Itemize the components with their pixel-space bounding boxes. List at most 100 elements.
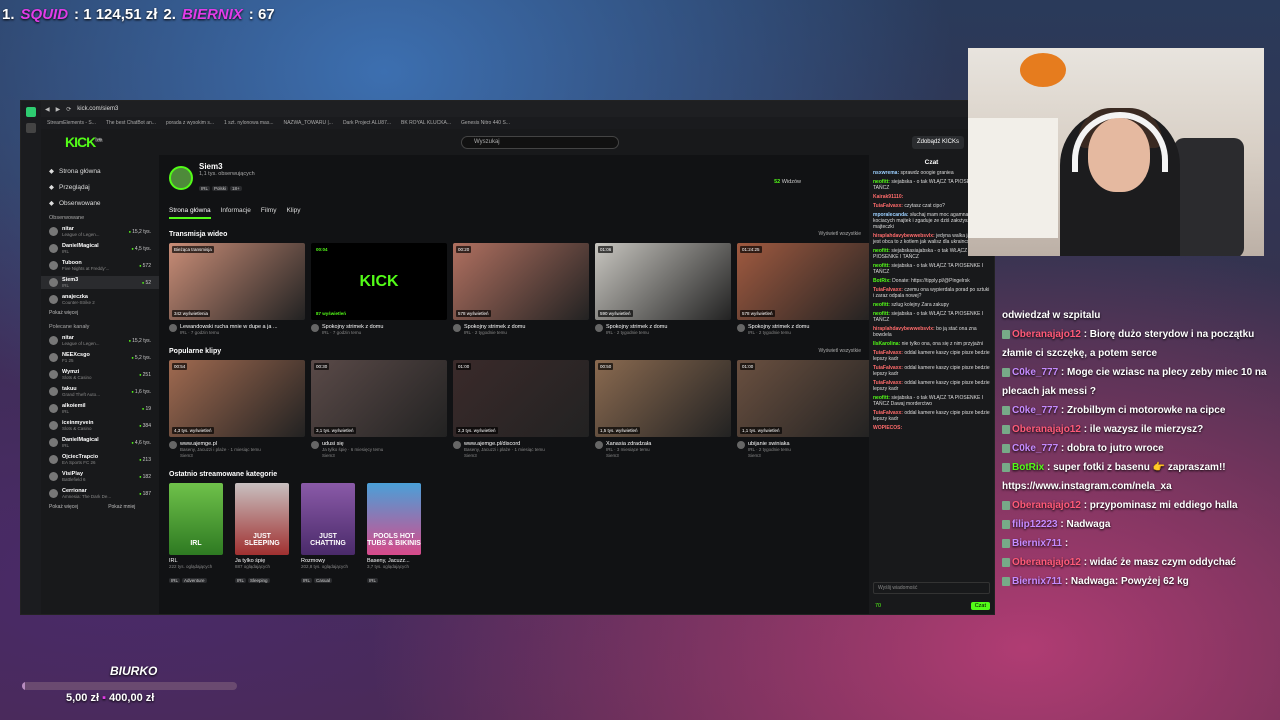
chat-text: szlug kolejny Zara zakupy xyxy=(891,302,949,308)
browser-home-icon[interactable] xyxy=(26,107,36,117)
video-thumbnail[interactable]: 00:54 4,3 tys. wyświetleń xyxy=(169,360,305,437)
avatar[interactable] xyxy=(169,166,193,190)
video-meta: Spokojny strimek z domu IRL · 7 godzin te… xyxy=(311,324,447,336)
video-thumbnail[interactable]: 01:00 2,3 tys. wyświetleń xyxy=(453,360,589,437)
category-image[interactable]: JUST CHATTING xyxy=(301,483,355,555)
bookmark-item[interactable]: StreamElements - S... xyxy=(47,120,96,126)
clip-card[interactable]: 01:00 1,1 tys. wyświetleń ubijanie swiniak… xyxy=(737,360,871,459)
chat-username[interactable]: nsxwrema: xyxy=(873,170,901,176)
sidebar-channel[interactable]: nitarLeague of Legen... 15,2 tys. xyxy=(49,225,159,238)
video-card[interactable]: 00:20 578 wyświetleń Spokojny strimek z do… xyxy=(453,243,589,336)
category-card[interactable]: JUST CHATTING Rozmowy 202,8 tys. oglądając… xyxy=(301,483,355,587)
tab-2[interactable]: Informacje xyxy=(221,207,251,219)
chat-username[interactable]: Kairak91110: xyxy=(873,194,903,200)
video-thumbnail[interactable]: 01:24:25 578 wyświetleń xyxy=(737,243,871,320)
url-text[interactable]: kick.com/siem3 xyxy=(77,106,118,112)
category-image[interactable]: POOLS HOT TUBS & BIKINIS xyxy=(367,483,421,555)
show-all-link[interactable]: Wyświetl wszystkie xyxy=(819,348,861,355)
video-subtitle: IRL · 7 godzin temu xyxy=(322,330,362,335)
video-card[interactable]: 01:06 590 wyświetleń Spokojny strimek z do… xyxy=(595,243,731,336)
video-thumbnail[interactable]: 00:20 578 wyświetleń xyxy=(453,243,589,320)
video-thumbnail[interactable]: 00:50 1,5 tys. wyświetleń xyxy=(595,360,731,437)
chat-username[interactable]: IlsKarolina: xyxy=(873,341,902,347)
tab-1[interactable]: Strona główna xyxy=(169,207,211,219)
clip-card[interactable]: 01:00 2,3 tys. wyświetleń www.ajemge.pl/di… xyxy=(453,360,589,459)
category-image[interactable]: JUST SLEEPING xyxy=(235,483,289,555)
avatar xyxy=(49,278,58,287)
sidebar-channel[interactable]: NEEXcsgoF1 25 5,2 tys. xyxy=(49,351,159,364)
video-thumbnail[interactable]: Bieżąca transmisja 342 wyświetlenia xyxy=(169,243,305,320)
bookmark-item[interactable]: Genesis Nitro 440 S... xyxy=(461,120,510,126)
category-card[interactable]: POOLS HOT TUBS & BIKINIS Baseny, Jacuzz..… xyxy=(367,483,421,587)
bookmark-item[interactable]: 1 szt. nylonowa mas... xyxy=(224,120,273,126)
kick-logo[interactable]: KICKbeta xyxy=(65,134,103,150)
channel-info: takuu Grand Theft Auto... xyxy=(62,386,127,398)
clip-card[interactable]: 00:30 3,1 tys. wyświetleń udusi się Ja tylk… xyxy=(311,360,447,459)
show-more-link[interactable]: Pokaż więcej xyxy=(49,310,159,316)
sidebar-channel[interactable]: DanielMagicalIRL 4,5 tys. xyxy=(49,242,159,255)
address-bar[interactable]: ◀ ▶ ⟳ kick.com/siem3 xyxy=(41,101,994,117)
tab-4[interactable]: Klipy xyxy=(286,207,300,219)
chat-text: : Nadwaga: Powyżej 62 kg xyxy=(1062,576,1189,587)
sidebar-channel[interactable]: CerrionarAmnesia: The Dark De... 187 xyxy=(49,487,159,500)
sidebar-channel[interactable]: takuuGrand Theft Auto... 1,6 tys. xyxy=(49,385,159,398)
show-less[interactable]: Pokaż mniej xyxy=(108,504,135,510)
clip-card[interactable]: 00:54 4,3 tys. wyświetleń www.ajemge.pl Bas… xyxy=(169,360,305,459)
bookmark-item[interactable]: Dark Project ALU87... xyxy=(343,120,391,126)
sidebar-nav-item[interactable]: ◆ Obserwowane xyxy=(49,199,159,208)
shelf xyxy=(968,118,1058,238)
bookmark-item[interactable]: porada z wysokim s... xyxy=(166,120,214,126)
video-thumbnail[interactable]: 00:30 3,1 tys. wyświetleń xyxy=(311,360,447,437)
video-thumbnail[interactable]: 01:06 590 wyświetleń xyxy=(595,243,731,320)
clip-card[interactable]: 00:50 1,5 tys. wyświetleń Xanasia zdradzał… xyxy=(595,360,731,459)
chat-username[interactable]: neofitt: xyxy=(873,302,891,308)
chat-username[interactable]: WOPIECOS: xyxy=(873,425,902,431)
sidebar-nav-item[interactable]: ◆ Strona główna xyxy=(49,167,159,176)
kick-header: KICKbeta Wyszukaj Zdobądź KICKs xyxy=(41,129,994,155)
reload-icon[interactable]: ⟳ xyxy=(66,106,71,113)
chat-username: Oberanajajo12 xyxy=(1012,424,1081,435)
chat-send-button[interactable]: Czat xyxy=(970,602,990,610)
video-thumbnail[interactable]: KICK 00:04 87 wyświetleń xyxy=(311,243,447,320)
chat-text: : dobra to jutro wroce xyxy=(1058,443,1164,454)
show-more[interactable]: Pokaż więcej xyxy=(49,504,78,510)
get-kicks-button[interactable]: Zdobądź KICKs xyxy=(911,136,964,149)
sidebar-channel[interactable]: VisiPlayBattlefield 6 182 xyxy=(49,470,159,483)
sidebar-channel[interactable]: DanielMagicalIRL 4,6 tys. xyxy=(49,436,159,449)
sidebar-channel[interactable]: OjciecTrapcioEA Sports FC 26 213 xyxy=(49,453,159,466)
channel-game: League of Legen... xyxy=(62,231,100,237)
views-badge: 1,1 tys. wyświetleń xyxy=(740,427,782,434)
bookmark-item[interactable]: NAZWA_TOWARU |... xyxy=(283,120,332,126)
search-input[interactable]: Wyszukaj xyxy=(461,136,619,149)
sidebar-channel[interactable]: nitarLeague of Legen... 15,2 tys. xyxy=(49,334,159,347)
chat-input[interactable]: Wyślij wiadomość xyxy=(873,582,990,594)
show-all-link[interactable]: Wyświetl wszystkie xyxy=(819,231,861,238)
chat-username[interactable]: TuiaFalvaxx: xyxy=(873,203,904,209)
sidebar-channel[interactable]: WymziSlots & Casino 251 xyxy=(49,368,159,381)
category-image[interactable]: IRL xyxy=(169,483,223,555)
sidebar-channel[interactable]: Siem3IRL 52 xyxy=(41,276,159,289)
show-more[interactable]: Pokaż więcej xyxy=(49,310,78,316)
tab-3[interactable]: Filmy xyxy=(261,207,277,219)
video-card[interactable]: KICK 00:04 87 wyświetleń Spokojny strimek z… xyxy=(311,243,447,336)
category-card[interactable]: IRL IRL 222 tys. oglądających IRL Adventure xyxy=(169,483,223,587)
bookmark-item[interactable]: The best ChatBot an... xyxy=(106,120,156,126)
back-icon[interactable]: ◀ xyxy=(45,106,50,113)
sidebar-channel[interactable]: anajeczka Counter-Strike 2 xyxy=(49,293,159,306)
sidebar-channel[interactable]: iceinmyveinSlots & Casino 384 xyxy=(49,419,159,432)
sidebar-channel[interactable]: alkoiemilIRL 19 xyxy=(49,402,159,415)
chat-username[interactable]: BotRix: xyxy=(873,278,892,284)
video-card[interactable]: Bieżąca transmisja 342 wyświetlenia Lewand… xyxy=(169,243,305,336)
tag-badge: Casual xyxy=(314,578,333,583)
bookmark-item[interactable]: BK ROYAL KLUCKA... xyxy=(401,120,451,126)
sidebar-nav-item[interactable]: ◆ Przeglądaj xyxy=(49,183,159,192)
show-more-link[interactable]: Pokaż więcej Pokaż mniej xyxy=(49,504,159,510)
avatar xyxy=(49,421,58,430)
browser-bookmark-icon[interactable] xyxy=(26,123,36,133)
channel-viewers: 15,2 tys. xyxy=(129,229,159,235)
category-card[interactable]: JUST SLEEPING Ja tylko śpię 887 oglądający… xyxy=(235,483,289,587)
video-thumbnail[interactable]: 01:00 1,1 tys. wyświetleń xyxy=(737,360,871,437)
sidebar-channel[interactable]: TuboonFive Nights at Freddy'... 572 xyxy=(49,259,159,272)
video-card[interactable]: 01:24:25 578 wyświetleń Spokojny strimek z… xyxy=(737,243,871,336)
forward-icon[interactable]: ▶ xyxy=(56,106,61,113)
